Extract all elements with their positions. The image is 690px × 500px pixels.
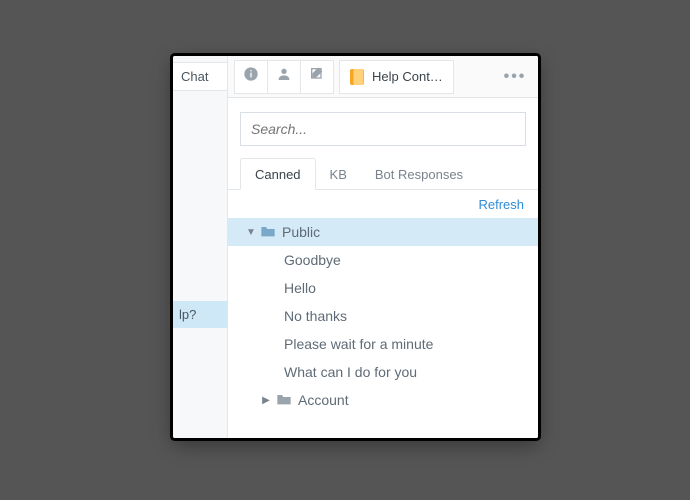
compose-icon [309,66,325,87]
more-button[interactable]: ••• [498,60,532,94]
panel: Chat lp? Help Cont… [173,56,538,438]
tree: ▼ Public Goodbye Hello No thanks Please … [228,218,538,414]
user-button[interactable] [267,60,301,94]
search-row [228,98,538,156]
tab-canned[interactable]: Canned [240,158,316,190]
sidebar-item-help[interactable]: lp? [173,301,227,328]
canned-item[interactable]: Hello [228,274,538,302]
book-icon [350,69,364,85]
tab-bot-responses[interactable]: Bot Responses [361,159,477,189]
toolbar: Help Cont… ••• [228,56,538,98]
more-icon: ••• [504,68,527,86]
compose-button[interactable] [300,60,334,94]
canned-item[interactable]: Please wait for a minute [228,330,538,358]
user-icon [276,66,292,87]
refresh-row: Refresh [228,190,538,218]
kb-title: Help Cont… [372,69,443,84]
tab-kb[interactable]: KB [316,159,361,189]
search-input[interactable] [240,112,526,146]
tabs: Canned KB Bot Responses [228,156,538,190]
right-pane: Help Cont… ••• Canned KB Bot Responses R… [228,56,538,438]
folder-label: Account [298,392,349,408]
refresh-link[interactable]: Refresh [478,197,524,212]
left-strip: Chat lp? [173,56,228,438]
chevron-right-icon: ▶ [262,395,270,406]
info-button[interactable] [234,60,268,94]
folder-icon [276,392,292,409]
folder-label: Public [282,224,320,240]
info-icon [243,66,259,87]
sidebar-item-chat[interactable]: Chat [173,62,227,91]
kb-selector[interactable]: Help Cont… [339,60,454,94]
canned-item[interactable]: Goodbye [228,246,538,274]
folder-open-icon [260,224,276,241]
chevron-down-icon: ▼ [246,227,254,238]
canned-item[interactable]: What can I do for you [228,358,538,386]
folder-public[interactable]: ▼ Public [228,218,538,246]
canned-item[interactable]: No thanks [228,302,538,330]
folder-account[interactable]: ▶ Account [228,386,538,414]
